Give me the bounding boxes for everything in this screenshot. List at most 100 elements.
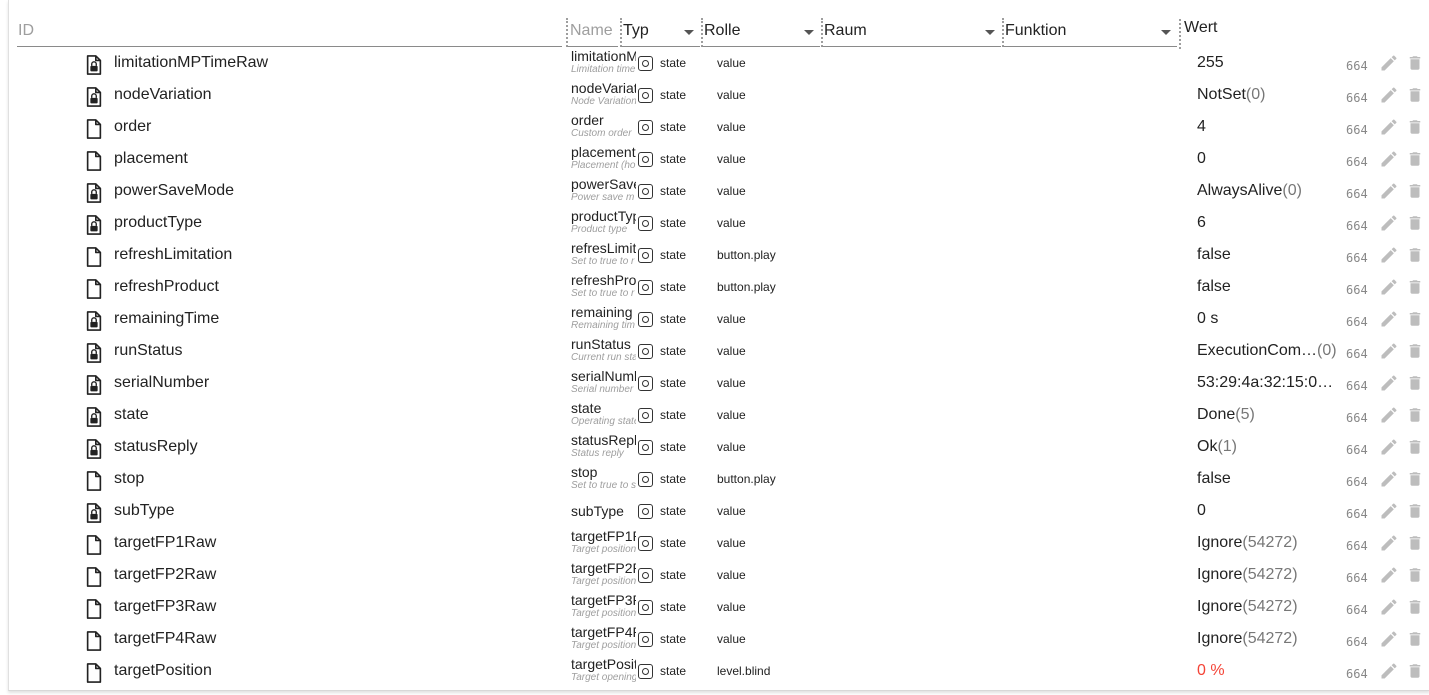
edit-icon[interactable] [1379,597,1399,617]
edit-icon[interactable] [1379,469,1399,489]
object-value[interactable]: Ignore(54272) [1197,566,1298,584]
name-filter-input[interactable]: Name [566,18,618,47]
table-row[interactable]: refreshLimitation refresLimit Set to tru… [9,239,1429,271]
permission-label[interactable]: 664 [1346,603,1368,617]
permission-label[interactable]: 664 [1346,379,1368,393]
permission-label[interactable]: 664 [1346,59,1368,73]
edit-icon[interactable] [1379,245,1399,265]
edit-icon[interactable] [1379,149,1399,169]
delete-icon[interactable] [1406,245,1424,265]
delete-icon[interactable] [1406,437,1424,457]
permission-label[interactable]: 664 [1346,507,1368,521]
edit-icon[interactable] [1379,117,1399,137]
permission-label[interactable]: 664 [1346,91,1368,105]
table-row[interactable]: targetFP4Raw targetFP4R Target position … [9,623,1429,655]
delete-icon[interactable] [1406,373,1424,393]
table-row[interactable]: stop stop Set to true to s state button.… [9,463,1429,495]
table-row[interactable]: placement placement Placement (ho state … [9,143,1429,175]
delete-icon[interactable] [1406,565,1424,585]
edit-icon[interactable] [1379,661,1399,681]
type-filter-select[interactable]: Typ [620,18,700,47]
delete-icon[interactable] [1406,661,1424,681]
object-value[interactable]: Ignore(54272) [1197,534,1298,552]
edit-icon[interactable] [1379,629,1399,649]
delete-icon[interactable] [1406,53,1424,73]
delete-icon[interactable] [1406,117,1424,137]
object-value[interactable]: 0 s [1197,310,1218,328]
permission-label[interactable]: 664 [1346,411,1368,425]
permission-label[interactable]: 664 [1346,635,1368,649]
edit-icon[interactable] [1379,437,1399,457]
delete-icon[interactable] [1406,213,1424,233]
object-value[interactable]: 255 [1197,54,1224,72]
permission-label[interactable]: 664 [1346,347,1368,361]
object-value[interactable]: 6 [1197,214,1206,232]
delete-icon[interactable] [1406,277,1424,297]
permission-label[interactable]: 664 [1346,283,1368,297]
object-value[interactable]: AlwaysAlive(0) [1197,182,1302,200]
room-filter-select[interactable]: Raum [821,18,1001,47]
delete-icon[interactable] [1406,181,1424,201]
edit-icon[interactable] [1379,53,1399,73]
object-value[interactable]: 4 [1197,118,1206,136]
table-row[interactable]: powerSaveMode powerSave Power save m sta… [9,175,1429,207]
permission-label[interactable]: 664 [1346,155,1368,169]
object-value[interactable]: NotSet(0) [1197,86,1265,104]
edit-icon[interactable] [1379,341,1399,361]
object-value[interactable]: 0 [1197,150,1206,168]
edit-icon[interactable] [1379,565,1399,585]
delete-icon[interactable] [1406,533,1424,553]
permission-label[interactable]: 664 [1346,315,1368,329]
edit-icon[interactable] [1379,85,1399,105]
table-row[interactable]: subType subType state value 0 664 [9,495,1429,527]
delete-icon[interactable] [1406,85,1424,105]
delete-icon[interactable] [1406,501,1424,521]
permission-label[interactable]: 664 [1346,443,1368,457]
object-value[interactable]: Ignore(54272) [1197,598,1298,616]
delete-icon[interactable] [1406,629,1424,649]
edit-icon[interactable] [1379,405,1399,425]
delete-icon[interactable] [1406,597,1424,617]
delete-icon[interactable] [1406,149,1424,169]
delete-icon[interactable] [1406,309,1424,329]
table-row[interactable]: targetFP1Raw targetFP1R Target position … [9,527,1429,559]
object-value[interactable]: Done(5) [1197,406,1255,424]
permission-label[interactable]: 664 [1346,571,1368,585]
permission-label[interactable]: 664 [1346,251,1368,265]
object-value[interactable]: false [1197,470,1231,488]
table-row[interactable]: targetFP3Raw targetFP3R Target position … [9,591,1429,623]
edit-icon[interactable] [1379,277,1399,297]
object-value[interactable]: false [1197,246,1231,264]
permission-label[interactable]: 664 [1346,539,1368,553]
permission-label[interactable]: 664 [1346,187,1368,201]
permission-label[interactable]: 664 [1346,667,1368,681]
delete-icon[interactable] [1406,405,1424,425]
edit-icon[interactable] [1379,309,1399,329]
object-value[interactable]: ExecutionCom…(0) [1197,342,1337,360]
edit-icon[interactable] [1379,373,1399,393]
object-value[interactable]: Ok(1) [1197,438,1237,456]
table-row[interactable]: limitationMPTimeRaw limitationM Limitati… [9,47,1429,79]
table-row[interactable]: targetFP2Raw targetFP2R Target position … [9,559,1429,591]
table-row[interactable]: serialNumber serialNumb Serial number st… [9,367,1429,399]
permission-label[interactable]: 664 [1346,123,1368,137]
edit-icon[interactable] [1379,533,1399,553]
object-value[interactable]: Ignore(54272) [1197,630,1298,648]
function-filter-select[interactable]: Funktion [1002,18,1177,47]
table-row[interactable]: nodeVariation nodeVariati Node Variation… [9,79,1429,111]
permission-label[interactable]: 664 [1346,219,1368,233]
edit-icon[interactable] [1379,213,1399,233]
object-value[interactable]: 53:29:4a:32:15:0… [1197,374,1333,392]
table-row[interactable]: statusReply statusRepl Status reply stat… [9,431,1429,463]
object-value[interactable]: 0 [1197,502,1206,520]
table-row[interactable]: runStatus runStatus Current run sta stat… [9,335,1429,367]
delete-icon[interactable] [1406,341,1424,361]
edit-icon[interactable] [1379,181,1399,201]
edit-icon[interactable] [1379,501,1399,521]
delete-icon[interactable] [1406,469,1424,489]
table-row[interactable]: targetPosition targetPositi Target openi… [9,655,1429,687]
table-row[interactable]: productType productTyp Product type stat… [9,207,1429,239]
table-row[interactable]: remainingTime remaining Remaining tim st… [9,303,1429,335]
permission-label[interactable]: 664 [1346,475,1368,489]
object-value[interactable]: 0 % [1197,662,1225,680]
